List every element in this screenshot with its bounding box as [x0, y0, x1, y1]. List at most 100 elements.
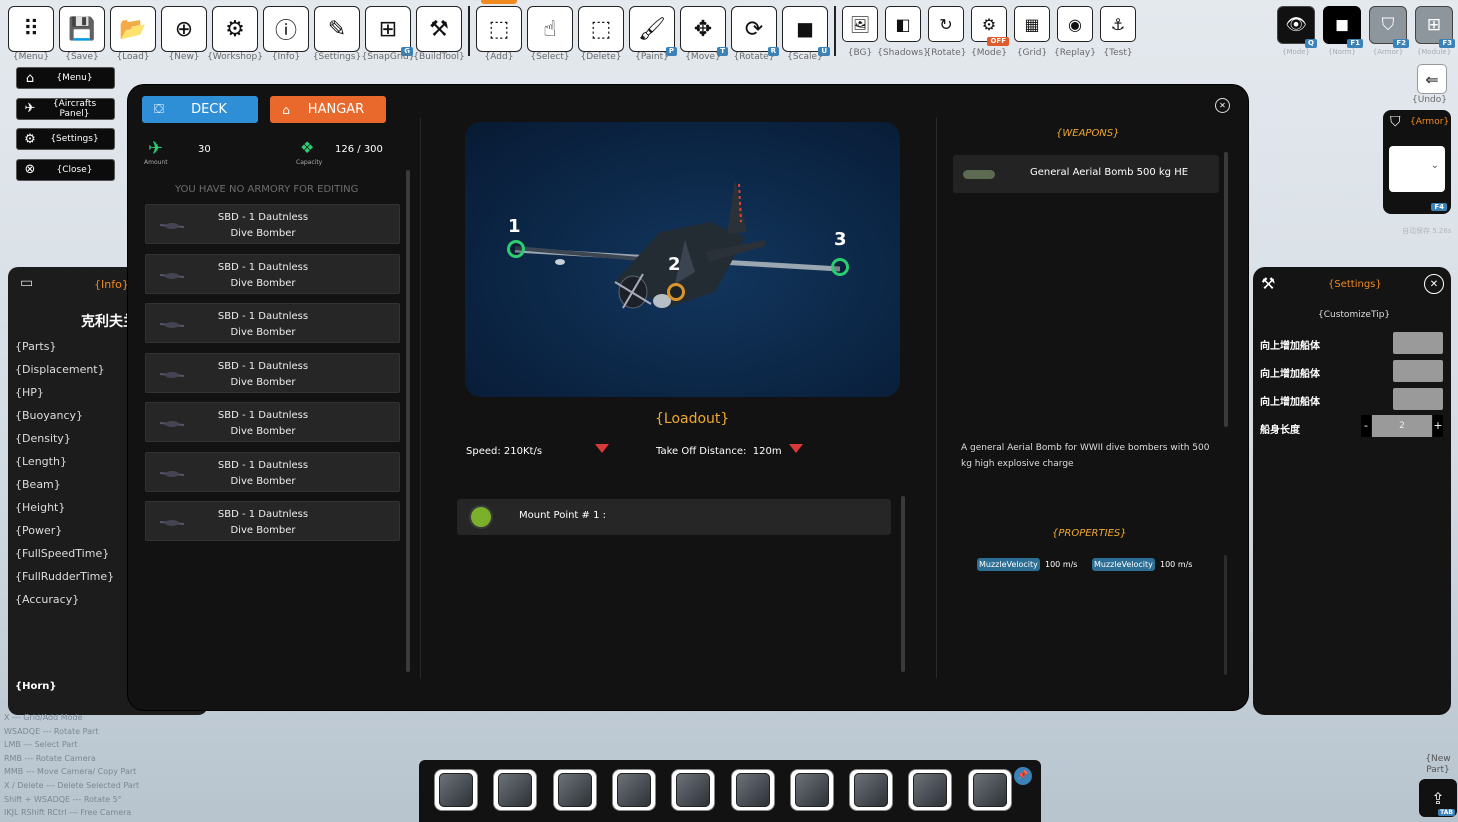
tools-tool-button[interactable]: ⚒: [416, 6, 462, 52]
mount-marker-1[interactable]: [507, 240, 525, 258]
tab-deck[interactable]: ⛋ DECK: [142, 96, 258, 123]
stepper-minus-button[interactable]: -: [1361, 415, 1371, 437]
refresh-toggle-button[interactable]: ↻: [928, 6, 964, 42]
steam-tool-button[interactable]: ⚙: [212, 6, 258, 52]
weapons-scrollbar[interactable]: [1224, 152, 1228, 427]
tab-hangar[interactable]: ⌂ HANGAR: [270, 96, 386, 123]
settings-close-button[interactable]: ✕: [1424, 274, 1444, 294]
side-menu-label: {Menu}: [56, 73, 93, 83]
cube-icon: [676, 773, 711, 807]
steam-icon: ⚙: [225, 16, 245, 42]
move-icon: ✥: [693, 16, 713, 42]
bomb-icon: [963, 170, 995, 179]
floppy-tool-button[interactable]: 💾: [59, 6, 105, 52]
autosave-status: 自动保存 5.26s: [1402, 227, 1452, 235]
mount-marker-2[interactable]: [667, 283, 685, 301]
close-icon: ✕: [1429, 278, 1439, 290]
stepper-plus-button[interactable]: +: [1433, 415, 1443, 437]
grid-lines-toggle-button[interactable]: ▦: [1014, 6, 1050, 42]
craft-list-item[interactable]: SBD - 1 Dautnless Dive Bomber: [145, 352, 400, 393]
armor-key-badge: F4: [1431, 203, 1447, 211]
craft-list-scrollbar[interactable]: [406, 170, 410, 672]
info-row-label: {Parts}: [15, 340, 57, 353]
craft-list-item[interactable]: SBD - 1 Dautnless Dive Bomber: [145, 303, 400, 343]
shadow-cube-toggle-button[interactable]: ◧: [885, 6, 921, 42]
info-tool-button[interactable]: ⓘ: [263, 6, 309, 52]
amount-label: Amount: [144, 159, 168, 166]
grid-tool-button[interactable]: ⠿: [8, 6, 54, 52]
hand-tool-button[interactable]: ☝: [527, 6, 573, 52]
rotate-cube-tool-button[interactable]: ⟳ R: [731, 6, 779, 56]
properties-scrollbar[interactable]: [1224, 555, 1227, 675]
settings-input[interactable]: [1393, 388, 1443, 410]
horn-label: {Horn}: [15, 681, 57, 692]
move-tool-button[interactable]: ✥ T: [680, 6, 728, 56]
craft-list-item[interactable]: SBD - 1 Dautnless Dive Bomber: [145, 501, 400, 541]
loadout-scrollbar[interactable]: [901, 496, 905, 672]
mount-number: 1: [508, 216, 521, 237]
side-menu-close-circle-button[interactable]: ⊗ {Close}: [16, 158, 115, 181]
part-slot[interactable]: [671, 769, 716, 811]
anchor-icon: ⚓: [1110, 14, 1126, 34]
part-slot[interactable]: [434, 769, 478, 811]
module-view-button[interactable]: ⊞ F3: [1415, 6, 1455, 48]
scale-cube-tool-button[interactable]: ◼ U: [782, 6, 830, 56]
part-slot[interactable]: [908, 769, 953, 811]
anchor-toggle-button[interactable]: ⚓: [1100, 6, 1136, 42]
cube-icon: [498, 773, 533, 807]
gear-icon: ⚙: [24, 131, 36, 147]
armor-shield-view-button[interactable]: ⛉ F2: [1369, 6, 1409, 48]
cube-icon: [854, 773, 889, 807]
part-slot[interactable]: [789, 769, 834, 811]
craft-list-item[interactable]: SBD - 1 Dautnless Dive Bomber: [145, 204, 400, 244]
replay-toggle-button[interactable]: ◉: [1057, 6, 1093, 42]
image-toggle-button[interactable]: 🖼: [842, 6, 878, 42]
tool-label: {BuildTool}: [413, 52, 465, 62]
gear-mode-icon: ⚙: [981, 14, 997, 34]
side-menu-airplane-button[interactable]: ✈ {Aircrafts Panel}: [16, 97, 115, 120]
weapon-item[interactable]: General Aerial Bomb 500 kg HE: [953, 155, 1219, 193]
upload-icon: ⇪: [1431, 788, 1445, 808]
help-line: X --- Grid/Add Mode: [4, 713, 83, 722]
mount-marker-3[interactable]: [831, 258, 849, 276]
info-row-label: {HP}: [15, 386, 44, 399]
edit-tool-button[interactable]: ✎: [314, 6, 360, 52]
rotate-cube-icon: ⟳: [744, 16, 764, 42]
close-icon: ✕: [1219, 100, 1226, 110]
part-slot[interactable]: [849, 769, 894, 811]
toolbar-separator: [468, 6, 470, 56]
add-cube-tool-button[interactable]: ⬚: [476, 6, 522, 52]
part-slot[interactable]: [611, 769, 656, 811]
part-slot[interactable]: [967, 769, 1012, 811]
delete-cube-tool-button[interactable]: ⬚: [578, 6, 624, 52]
new-part-button[interactable]: ⇪ TAB: [1419, 779, 1457, 817]
weapons-title: {WEAPONS}: [1056, 128, 1120, 139]
eye-view-button[interactable]: 👁 Q: [1277, 6, 1317, 48]
settings-input[interactable]: [1393, 332, 1443, 354]
craft-list-item[interactable]: SBD - 1 Dautnless Dive Bomber: [145, 253, 400, 294]
mount-point-row[interactable]: Mount Point # 1 :: [457, 499, 891, 535]
craft-list-item[interactable]: SBD - 1 Dautnless Dive Bomber: [145, 451, 400, 492]
folder-icon: 📂: [119, 16, 147, 42]
folder-tool-button[interactable]: 📂: [110, 6, 156, 52]
armor-dropdown[interactable]: ⌄: [1389, 146, 1445, 192]
pin-button[interactable]: 📌: [1014, 767, 1032, 785]
part-slot[interactable]: [493, 769, 538, 811]
gear-mode-toggle-button[interactable]: ⚙ OFF: [971, 6, 1009, 46]
weapon-description: A general Aerial Bomb for WWII dive bomb…: [961, 443, 1210, 469]
cube-icon: [616, 773, 651, 807]
stepper-value[interactable]: 2: [1372, 415, 1432, 437]
plus-circle-tool-button[interactable]: ⊕: [161, 6, 207, 52]
undo-button[interactable]: ⇐: [1417, 64, 1447, 94]
paint-tool-button[interactable]: 🖌 P: [629, 6, 677, 56]
settings-input[interactable]: [1393, 360, 1443, 382]
modal-close-button[interactable]: ✕: [1215, 98, 1230, 113]
side-menu-home-button[interactable]: ⌂ {Menu}: [16, 67, 115, 89]
part-slot[interactable]: [552, 769, 597, 811]
snapgrid-tool-button[interactable]: ⊞ G: [365, 6, 413, 56]
part-slot[interactable]: [730, 769, 775, 811]
craft-list-item[interactable]: SBD - 1 Dautnless Dive Bomber: [145, 402, 400, 442]
norm-cube-view-button[interactable]: ◼ F1: [1323, 6, 1363, 48]
side-menu-gear-button[interactable]: ⚙ {Settings}: [16, 128, 115, 150]
help-line: IKJL RShift RCtrl --- Free Camera: [4, 808, 132, 818]
